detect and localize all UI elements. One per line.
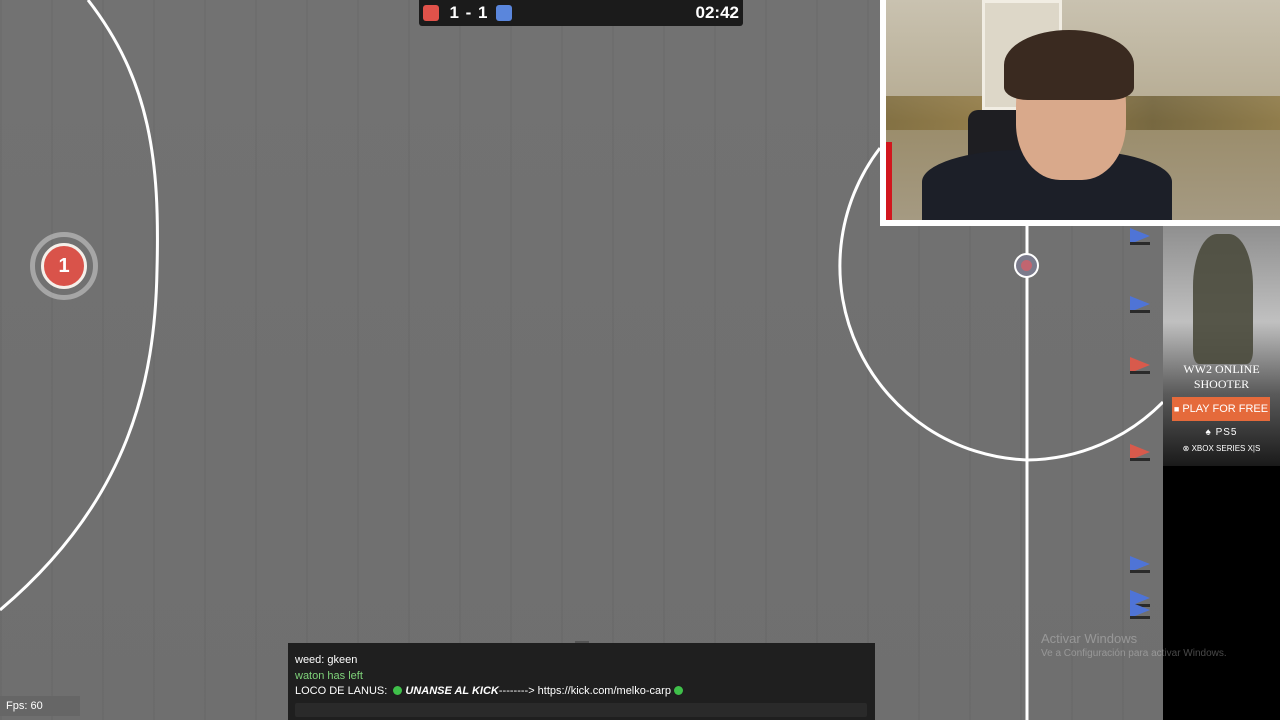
chat-username: LOCO DE LANUS: <box>295 685 388 697</box>
ad-cta-label: PLAY FOR FREE <box>1182 403 1269 415</box>
chat-link[interactable]: --------> https://kick.com/melko-carp <box>499 685 671 697</box>
webcam-overlay <box>880 0 1280 226</box>
chat-bold-text: UNANSE AL KICK <box>405 685 499 697</box>
blue-player-marker-icon <box>1130 602 1150 619</box>
ps5-logo: ♠ PS5 <box>1205 427 1238 438</box>
chat-system-message: waton has left <box>295 670 363 682</box>
ad-banner[interactable]: WW2 ONLINE SHOOTER ■ PLAY FOR FREE ♠ PS5 … <box>1163 226 1280 720</box>
red-team-icon <box>423 5 439 21</box>
chat-panel: weed: gkeen waton has left LOCO DE LANUS… <box>288 641 875 720</box>
fps-counter: Fps: 60 <box>0 696 80 716</box>
soldier-image <box>1193 234 1253 364</box>
green-dot-icon <box>673 686 683 695</box>
activate-windows-title: Activar Windows <box>1041 631 1138 646</box>
ball <box>1014 253 1039 278</box>
player-number: 1 <box>41 243 87 289</box>
chat-message: LOCO DE LANUS: UNANSE AL KICK--------> h… <box>295 685 686 697</box>
scoreboard: 1 - 1 02:42 <box>419 0 743 26</box>
ball-center <box>1021 260 1032 271</box>
blue-team-icon <box>496 5 512 21</box>
chat-resize-handle[interactable] <box>575 641 589 643</box>
playstation-icon: ♠ <box>1205 427 1216 438</box>
play-for-free-button[interactable]: ■ PLAY FOR FREE <box>1172 397 1270 421</box>
blue-player-marker-icon <box>1130 296 1150 313</box>
red-player-marker-icon <box>1130 357 1150 374</box>
ad-title: WW2 ONLINE SHOOTER <box>1183 362 1260 391</box>
score-display: 1 - 1 <box>449 3 489 22</box>
green-dot-icon <box>393 686 403 695</box>
red-player-marker-icon <box>1130 444 1150 461</box>
blue-player-marker-icon <box>1130 556 1150 573</box>
activate-windows-subtitle: Ve a Configuración para activar Windows. <box>1041 648 1227 659</box>
xbox-logo: ⊗ XBOX SERIES X|S <box>1182 444 1261 453</box>
webcam-frame-accent <box>886 142 1046 220</box>
chat-message: weed: gkeen <box>295 654 358 666</box>
blue-player-marker-icon <box>1130 228 1150 245</box>
player-red-1: 1 <box>30 232 98 300</box>
match-timer: 02:42 <box>695 3 739 22</box>
chat-input[interactable] <box>295 703 867 717</box>
windows-icon: ■ <box>1173 404 1180 414</box>
xbox-icon: ⊗ <box>1182 444 1192 453</box>
game-field[interactable]: 1 - 1 02:42 1 WW2 ONLINE SHOOTER ■ PLAY F… <box>0 0 1280 720</box>
